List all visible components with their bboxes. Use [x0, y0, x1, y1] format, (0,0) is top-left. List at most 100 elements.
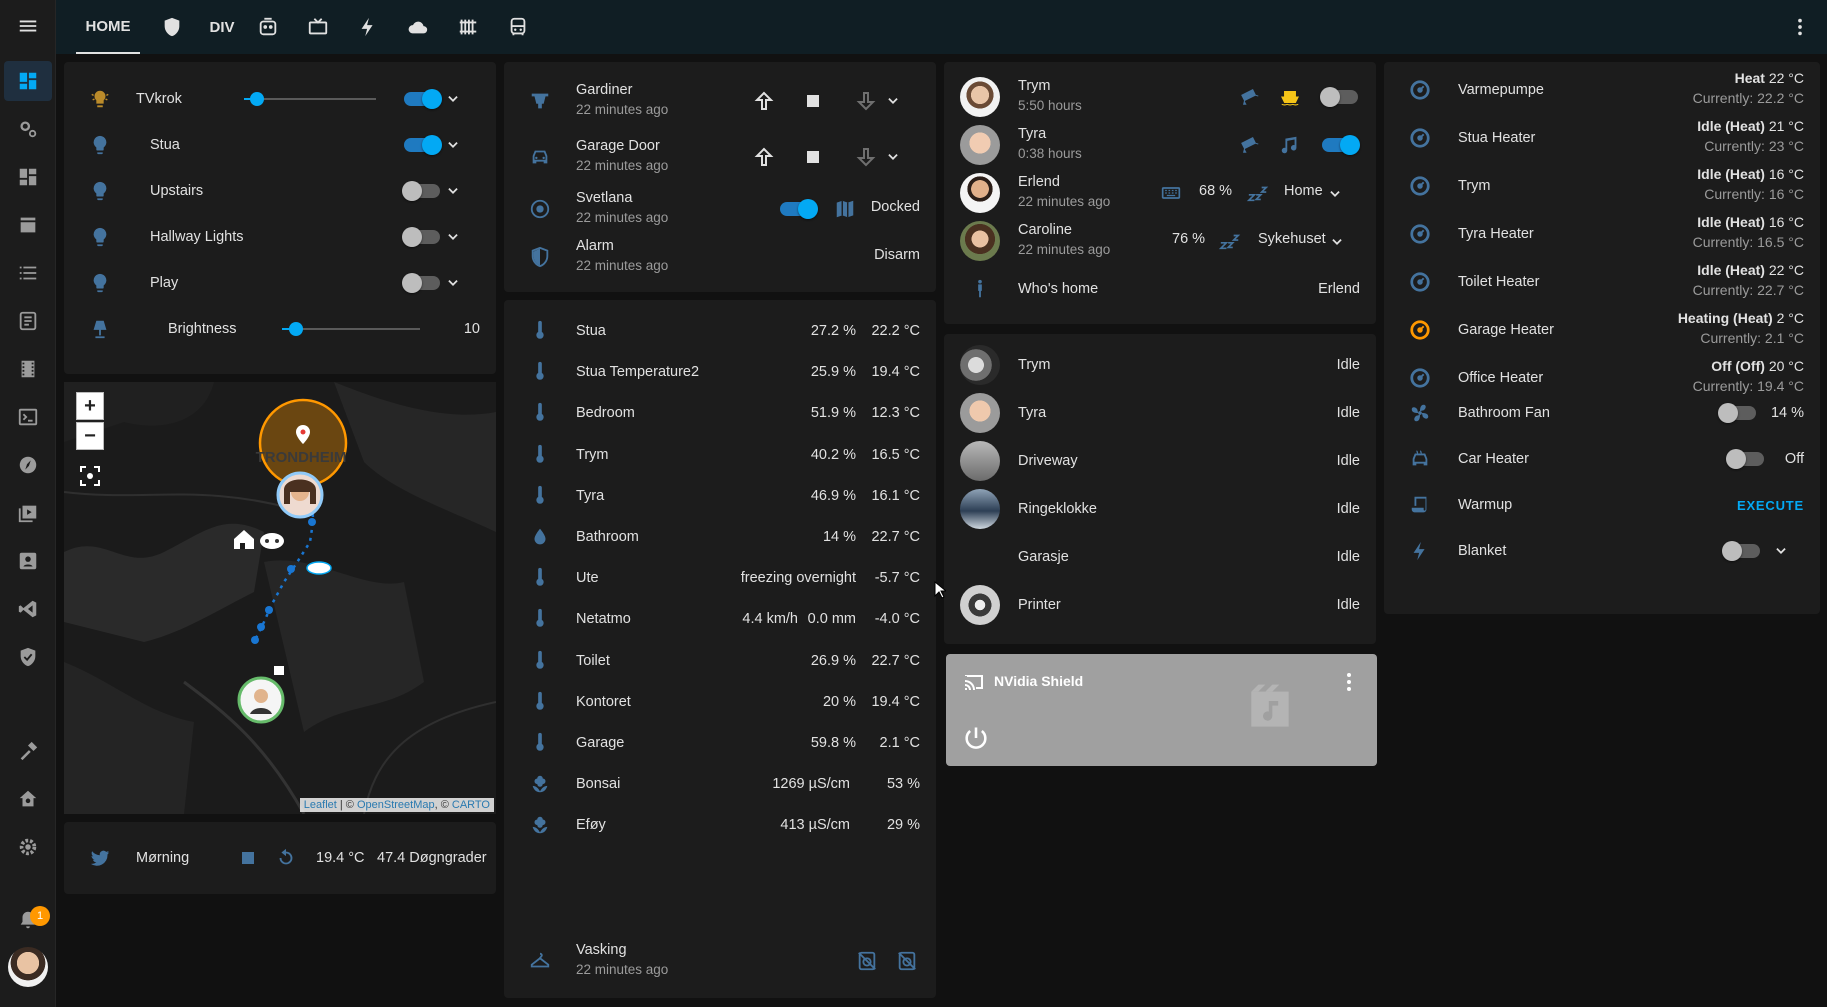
light-toggle[interactable] [404, 135, 442, 155]
shield-half-icon[interactable] [528, 245, 552, 269]
thermostat-icon[interactable] [1408, 270, 1432, 294]
zoom-in-button[interactable]: + [76, 392, 104, 420]
thermostat-icon[interactable] [1408, 126, 1432, 150]
restart-icon[interactable] [274, 846, 298, 870]
zoom-out-button[interactable]: − [76, 422, 104, 450]
thermostat-icon[interactable] [1408, 78, 1432, 102]
avatar[interactable] [960, 77, 1000, 117]
fan-toggle[interactable] [1718, 403, 1756, 423]
light-toggle[interactable] [402, 273, 440, 293]
camera-thumbnail[interactable] [960, 393, 1000, 433]
blanket-toggle[interactable] [1722, 541, 1760, 561]
tab-tv[interactable] [298, 0, 338, 54]
cctv-icon[interactable] [1239, 86, 1261, 108]
osm-link[interactable]: OpenStreetMap [357, 799, 435, 811]
sleep-icon[interactable] [1246, 182, 1270, 204]
dashboard-alt-icon[interactable] [4, 157, 52, 197]
thermostat-icon[interactable] [1408, 222, 1432, 246]
person-toggle[interactable] [1320, 87, 1358, 107]
thermometer-icon[interactable] [528, 731, 552, 755]
chevron-down-icon[interactable] [1328, 187, 1342, 201]
overflow-menu-button[interactable] [1782, 0, 1818, 54]
car-heater-toggle[interactable] [1726, 449, 1764, 469]
dots-vertical-icon[interactable] [1337, 670, 1361, 694]
chevron-down-icon[interactable] [1330, 235, 1344, 249]
tab-heating[interactable] [448, 0, 488, 54]
lamp-icon[interactable] [88, 317, 112, 341]
thermometer-icon[interactable] [528, 690, 552, 714]
bulb-icon[interactable] [88, 179, 112, 203]
tab-bus[interactable] [498, 0, 538, 54]
cog-box-icon[interactable] [4, 109, 52, 149]
flower-icon[interactable] [528, 772, 552, 796]
cast-icon[interactable] [962, 670, 986, 694]
chevron-down-icon[interactable] [446, 184, 460, 198]
chevron-down-icon[interactable] [886, 150, 900, 164]
bulb-icon[interactable] [88, 133, 112, 157]
camera-thumbnail[interactable] [960, 585, 1000, 625]
thermostat-icon[interactable] [1408, 366, 1432, 390]
tab-power[interactable] [348, 0, 388, 54]
person-icon[interactable] [968, 277, 992, 301]
car-icon[interactable] [528, 145, 552, 169]
arrow-up-icon[interactable] [752, 145, 776, 169]
dashboard-icon[interactable] [4, 61, 52, 101]
curtains-icon[interactable] [528, 89, 552, 113]
thermometer-icon[interactable] [528, 607, 552, 631]
camera-thumbnail[interactable] [960, 489, 1000, 529]
cctv-icon[interactable] [1239, 134, 1261, 156]
thermometer-icon[interactable] [528, 649, 552, 673]
twitter-icon[interactable] [88, 846, 112, 870]
thermometer-icon[interactable] [528, 360, 552, 384]
car-seat-heater-icon[interactable] [1408, 447, 1432, 471]
flower-icon[interactable] [528, 813, 552, 837]
light-toggle[interactable] [402, 181, 440, 201]
chevron-down-icon[interactable] [446, 92, 460, 106]
list-icon[interactable] [4, 253, 52, 293]
dryer-off-icon[interactable] [896, 950, 918, 972]
carto-link[interactable]: CARTO [452, 799, 490, 811]
tab-div[interactable]: DIV [200, 0, 244, 54]
avatar[interactable] [960, 221, 1000, 261]
chevron-down-icon[interactable] [446, 230, 460, 244]
thermometer-icon[interactable] [528, 443, 552, 467]
map-card[interactable]: TRONDHEIM + − Leaflet | © OpenStreetMap,… [64, 382, 496, 814]
flash-icon[interactable] [1408, 539, 1432, 563]
tab-weather[interactable] [398, 0, 438, 54]
water-icon[interactable] [528, 525, 552, 549]
camera-thumbnail[interactable] [960, 345, 1000, 385]
stop-icon[interactable] [807, 95, 819, 107]
menu-icon[interactable] [4, 6, 52, 46]
robot-vacuum-icon[interactable] [528, 197, 552, 221]
music-icon[interactable] [1279, 134, 1301, 156]
hammer-icon[interactable] [4, 731, 52, 771]
thermometer-icon[interactable] [528, 319, 552, 343]
thermostat-icon[interactable] [1408, 318, 1432, 342]
compass-icon[interactable] [4, 445, 52, 485]
camera-thumbnail[interactable] [960, 441, 1000, 481]
thermometer-icon[interactable] [528, 401, 552, 425]
media-icon[interactable] [4, 493, 52, 533]
avatar[interactable] [960, 173, 1000, 213]
vacuum-toggle[interactable] [780, 199, 818, 219]
thermometer-icon[interactable] [528, 484, 552, 508]
chevron-down-icon[interactable] [446, 276, 460, 290]
account-box-icon[interactable] [4, 541, 52, 581]
ceiling-light-icon[interactable] [88, 87, 112, 111]
chevron-down-icon[interactable] [886, 94, 900, 108]
arrow-down-icon[interactable] [854, 89, 878, 113]
thermostat-icon[interactable] [1408, 174, 1432, 198]
avatar[interactable] [960, 125, 1000, 165]
terminal-icon[interactable] [4, 397, 52, 437]
map-icon[interactable] [834, 198, 856, 220]
zone-select[interactable]: Sykehuset [1258, 231, 1326, 247]
execute-button[interactable]: EXECUTE [1737, 498, 1804, 513]
brightness-slider[interactable] [282, 322, 420, 336]
arrow-down-icon[interactable] [854, 145, 878, 169]
arrow-up-icon[interactable] [752, 89, 776, 113]
user-avatar[interactable] [8, 947, 48, 987]
stop-icon[interactable] [242, 852, 254, 864]
chevron-down-icon[interactable] [1774, 544, 1788, 558]
leaflet-link[interactable]: Leaflet [304, 799, 337, 811]
hanger-icon[interactable] [528, 949, 552, 973]
